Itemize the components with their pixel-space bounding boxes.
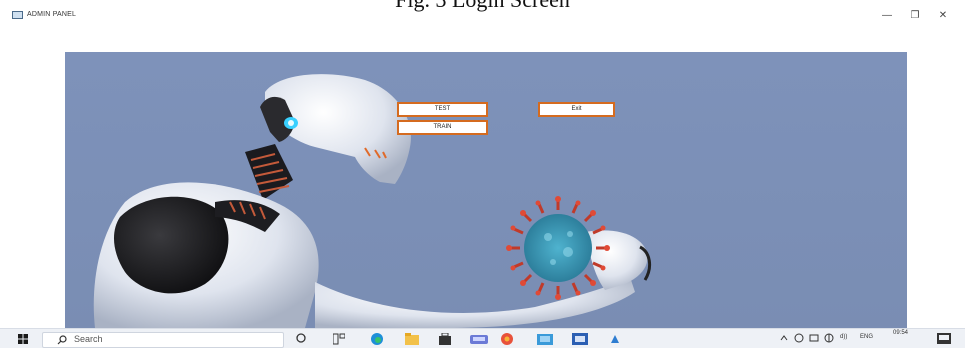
teams-icon[interactable] bbox=[470, 333, 488, 345]
app-icon bbox=[12, 11, 23, 19]
title-bar: ADMIN PANEL — ❐ ✕ bbox=[0, 0, 965, 32]
photos-icon[interactable] bbox=[500, 333, 514, 345]
store-icon[interactable] bbox=[438, 333, 452, 345]
search-icon bbox=[57, 335, 67, 345]
edge-icon[interactable] bbox=[370, 333, 384, 345]
search-input[interactable]: Search bbox=[42, 332, 284, 348]
exit-button[interactable]: Exit bbox=[538, 102, 615, 117]
notification-icon[interactable] bbox=[824, 333, 834, 345]
search-placeholder: Search bbox=[74, 334, 103, 344]
app-icon-generic[interactable] bbox=[609, 333, 621, 345]
robot-virus-illustration bbox=[93, 74, 652, 328]
mail-icon[interactable] bbox=[537, 333, 553, 345]
main-panel: TEST TRAIN Exit bbox=[65, 52, 907, 328]
test-button[interactable]: TEST bbox=[397, 102, 488, 117]
window-title: ADMIN PANEL bbox=[27, 11, 77, 18]
volume-label: d)) bbox=[840, 334, 848, 340]
network-icon[interactable] bbox=[794, 333, 804, 345]
maximize-button[interactable]: ❐ bbox=[906, 9, 924, 23]
task-view-icon[interactable] bbox=[296, 333, 306, 345]
file-explorer-icon[interactable] bbox=[405, 333, 419, 345]
show-desktop-icon[interactable] bbox=[937, 333, 951, 345]
widgets-icon[interactable] bbox=[333, 333, 345, 345]
language-indicator[interactable]: ENG bbox=[860, 334, 873, 340]
train-button[interactable]: TRAIN bbox=[397, 120, 488, 135]
close-button[interactable]: ✕ bbox=[934, 9, 952, 23]
minimize-button[interactable]: — bbox=[878, 9, 896, 23]
chevron-up-icon[interactable] bbox=[780, 335, 788, 347]
taskbar: Search d)) ENG 09:54 bbox=[0, 328, 965, 348]
windows-start-icon[interactable] bbox=[18, 334, 28, 346]
word-icon[interactable] bbox=[572, 333, 588, 345]
clock-time[interactable]: 09:54 bbox=[893, 330, 908, 336]
volume-icon[interactable] bbox=[809, 333, 819, 345]
